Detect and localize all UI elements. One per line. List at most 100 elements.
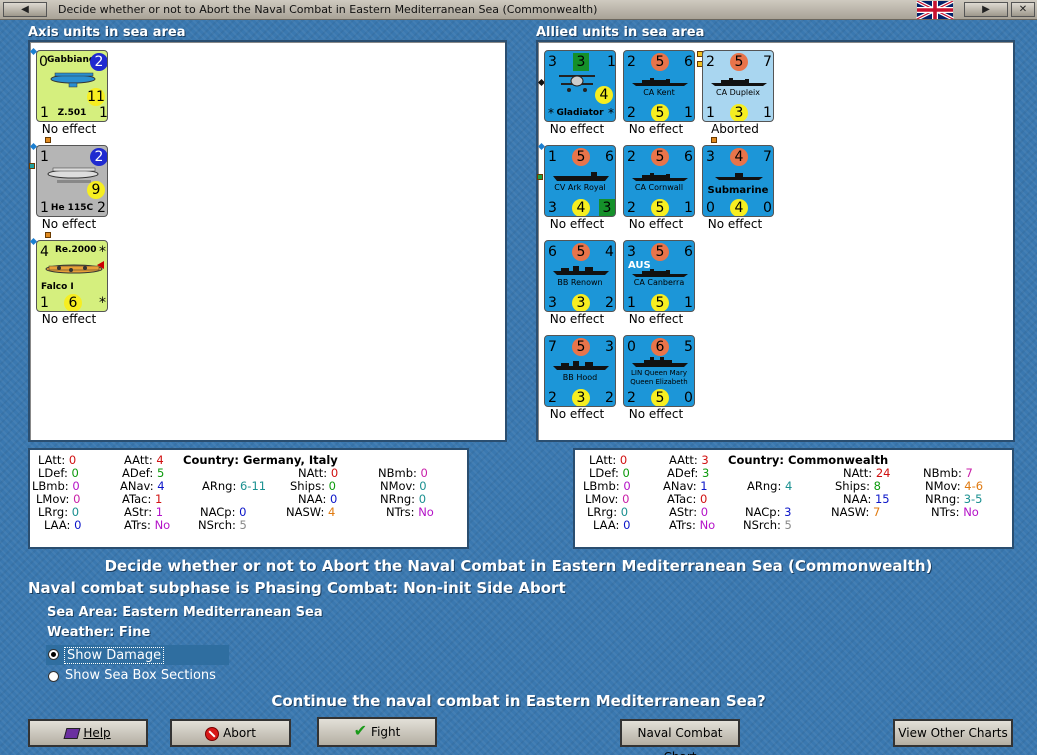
close-button[interactable]: ✕ <box>1011 2 1035 17</box>
unit-status: No effect <box>549 217 605 231</box>
country-label: Country: <box>183 453 239 467</box>
allied-unit-ca-kent[interactable]: 2 5 6 CA Kent 2 5 1 <box>623 50 695 122</box>
unit-name: Queen Elizabeth <box>630 378 688 386</box>
allied-unit-lin-queen-mary[interactable]: 0 6 5 LIN Queen Mary Queen Elizabeth 2 5… <box>623 335 695 407</box>
allied-unit-submarine[interactable]: 3 4 7 Submarine 0 4 0 <box>702 145 774 217</box>
axis-unit-gabbiano[interactable]: 0 Gabbiano 2 11 Z.501 1 1 <box>36 50 108 122</box>
unit-stat: 2 <box>627 149 636 165</box>
stat-value: 0 <box>418 492 427 506</box>
unit-name: CA Cornwall <box>634 183 684 192</box>
naval-combat-chart-button[interactable]: Naval Combat Chart <box>620 719 740 755</box>
view-other-charts-button[interactable]: View Other Charts <box>893 719 1013 747</box>
allied-unit-cv-ark-royal[interactable]: 1 5 6 CV Ark Royal 3 4 3 <box>544 145 616 217</box>
stat-value: 0 <box>71 466 79 480</box>
unit-stat: 4 <box>595 86 613 104</box>
unit-stat: 7 <box>763 149 772 165</box>
weather-info: Weather: Fine <box>47 625 150 640</box>
unit-name: Gladiator <box>556 108 604 118</box>
unit-stat: 5 <box>572 243 590 261</box>
cruiser-icon <box>632 173 688 181</box>
stat-value: 0 <box>623 518 631 532</box>
submarine-icon <box>715 173 763 180</box>
sea-area-value: Eastern Mediterranean Sea <box>122 605 323 620</box>
stat-value: 5 <box>784 518 792 532</box>
stat-value: No <box>154 518 171 532</box>
axis-stats-panel: LAtt: 0 LDef: 0 LBmb: 0 LMov: 0 LRrg: 0 … <box>28 448 469 549</box>
allied-unit-bb-renown[interactable]: 6 5 4 BB Renown 3 3 2 <box>544 240 616 312</box>
stat-value: 15 <box>874 492 890 506</box>
stat-value: 0 <box>73 492 81 506</box>
show-sections-radio[interactable] <box>48 671 59 682</box>
unit-stat: 6 <box>684 149 693 165</box>
weather-label: Weather: <box>47 625 115 640</box>
unit-stat: 3 <box>627 244 636 260</box>
unit-stat: 5 <box>572 338 590 356</box>
unit-name: CV Ark Royal <box>554 183 606 192</box>
unit-stat: 3 <box>599 199 615 216</box>
stat-value: 0 <box>330 466 339 480</box>
stat-value: 3 <box>701 466 710 480</box>
stat-value: 0 <box>619 453 628 467</box>
unit-name: CA Canberra <box>633 278 685 287</box>
unit-status: No effect <box>628 122 684 136</box>
unit-stat: 1 <box>548 149 557 165</box>
battleship-icon <box>553 266 609 275</box>
unit-name: Submarine <box>707 185 769 196</box>
unit-stat: 3 <box>548 295 557 311</box>
unit-stat: 4 <box>40 244 49 260</box>
allied-units-header: Allied units in sea area <box>536 25 705 40</box>
unit-stat: 2 <box>548 390 557 406</box>
unit-stat: 3 <box>548 200 557 216</box>
window-menu-button[interactable]: ◀ <box>3 2 47 17</box>
unit-marker <box>45 137 51 143</box>
unit-stat: 4 <box>730 148 748 166</box>
show-damage-label[interactable]: Show Damage <box>64 647 165 664</box>
unit-stat: 0 <box>627 339 636 355</box>
unit-stat: 7 <box>763 54 772 70</box>
unit-status: Aborted <box>711 122 759 136</box>
unit-stat: 2 <box>605 390 614 406</box>
fight-button[interactable]: ✔ Fight <box>317 717 437 747</box>
axis-units-header: Axis units in sea area <box>28 25 186 40</box>
unit-stat: 7 <box>548 339 557 355</box>
unit-name: CA Kent <box>643 88 675 97</box>
unit-stat: 3 <box>706 149 715 165</box>
unit-stat: 5 <box>651 199 669 216</box>
stat-value: 7 <box>873 505 881 519</box>
stat-value: 0 <box>700 505 709 519</box>
axis-unit-re2000[interactable]: 4 Re.2000 * Falco I 1 6 * <box>36 240 108 312</box>
liner-icon <box>632 357 688 367</box>
unit-stat: 3 <box>573 53 589 71</box>
unit-stat: 4 <box>605 244 614 260</box>
allied-unit-ca-dupleix[interactable]: 2 5 7 CA Dupleix 1 3 1 <box>702 50 774 122</box>
stat-value: 0 <box>239 505 247 519</box>
cruiser-icon <box>711 78 767 86</box>
show-sections-label[interactable]: Show Sea Box Sections <box>65 668 216 683</box>
unit-stat: 0 <box>706 200 715 216</box>
stat-value: 0 <box>623 479 631 493</box>
sea-area-label: Sea Area: <box>47 605 118 620</box>
help-button[interactable]: Help <box>28 719 148 747</box>
minimize-button[interactable]: ▶ <box>964 2 1008 17</box>
unit-marker <box>45 232 51 238</box>
allied-unit-ca-cornwall[interactable]: 2 5 6 CA Cornwall 2 5 1 <box>623 145 695 217</box>
stat-value: 24 <box>875 466 891 480</box>
unit-stat: 6 <box>548 244 557 260</box>
allied-stats-panel: LAtt: 0 LDef: 0 LBmb: 0 LMov: 0 LRrg: 0 … <box>573 448 1014 549</box>
unit-stat: 1 <box>40 295 49 311</box>
allied-unit-gladiator[interactable]: 3 3 1 4 * Gladiator * <box>544 50 616 122</box>
unit-status: No effect <box>549 122 605 136</box>
unit-marker <box>29 163 35 169</box>
show-damage-radio[interactable] <box>48 649 59 660</box>
axis-unit-he115c[interactable]: 1 2 9 He 115C 1 2 <box>36 145 108 217</box>
unit-stat: 1 <box>607 54 616 70</box>
stat-value: 0 <box>620 505 629 519</box>
allied-unit-bb-hood[interactable]: 7 5 3 BB Hood 2 3 2 <box>544 335 616 407</box>
stat-value: 4 <box>784 479 793 493</box>
allied-unit-ca-canberra[interactable]: 3 5 6 AUS CA Canberra 1 5 1 <box>623 240 695 312</box>
stat-value: 3 <box>784 505 792 519</box>
abort-button[interactable]: Abort <box>170 719 291 747</box>
sea-area-info: Sea Area: Eastern Mediterranean Sea <box>47 605 323 620</box>
battleship-icon <box>553 361 609 370</box>
unit-stat: 1 <box>627 295 636 311</box>
